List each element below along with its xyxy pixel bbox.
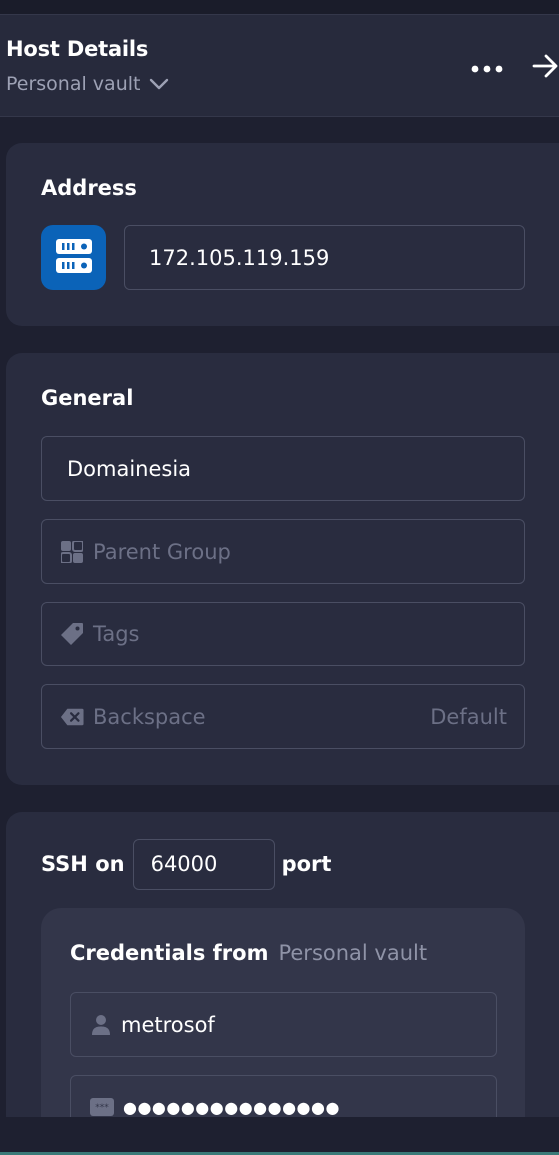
group-icon	[60, 540, 84, 563]
username-value: metrosof	[121, 1012, 215, 1037]
label-field[interactable]: Domainesia	[41, 436, 525, 501]
port-input[interactable]: 64000	[132, 838, 275, 890]
page-title: Host Details	[6, 37, 149, 61]
vault-selector[interactable]: Personal vault	[6, 73, 169, 95]
server-icon	[55, 238, 93, 278]
top-strip	[0, 0, 559, 14]
credentials-title: Credentials from Personal vault	[70, 941, 427, 965]
more-options-button[interactable]	[470, 55, 504, 79]
credentials-label: Credentials from	[70, 941, 269, 965]
host-icon-button[interactable]	[41, 225, 106, 290]
general-heading: General	[41, 386, 134, 410]
tags-placeholder: Tags	[93, 622, 140, 646]
username-field[interactable]: metrosof	[70, 992, 497, 1057]
ssh-suffix-label: port	[281, 852, 332, 876]
user-icon	[90, 1014, 112, 1036]
bottom-bar	[0, 1117, 559, 1155]
backspace-value: Default	[430, 704, 507, 729]
host-details-header: Host Details Personal vault	[0, 14, 559, 117]
backspace-label: Backspace	[93, 704, 206, 729]
more-horizontal-icon	[471, 58, 503, 77]
arrow-right-icon	[532, 54, 559, 82]
password-mask: ●●●●●●●●●●●●●●●	[123, 1098, 340, 1117]
ssh-port-row: SSH on 64000 port	[41, 838, 331, 890]
parent-group-field[interactable]: Parent Group	[41, 519, 525, 584]
password-icon: ***	[90, 1098, 114, 1116]
label-value: Domainesia	[67, 456, 192, 481]
vault-selector-label: Personal vault	[6, 73, 141, 95]
port-value: 64000	[150, 852, 218, 876]
tag-icon	[60, 622, 84, 646]
chevron-down-icon	[149, 78, 169, 90]
svg-text:***: ***	[95, 1103, 109, 1113]
backspace-icon	[60, 707, 84, 727]
address-field[interactable]: 172.105.119.159	[124, 225, 525, 290]
parent-group-placeholder: Parent Group	[93, 539, 231, 564]
backspace-field[interactable]: Backspace Default	[41, 684, 525, 749]
address-value: 172.105.119.159	[149, 245, 330, 270]
tags-field[interactable]: Tags	[41, 602, 525, 666]
credentials-source[interactable]: Personal vault	[278, 941, 427, 965]
ssh-prefix-label: SSH on	[41, 852, 125, 876]
address-heading: Address	[41, 176, 137, 200]
close-panel-button[interactable]	[532, 53, 559, 83]
